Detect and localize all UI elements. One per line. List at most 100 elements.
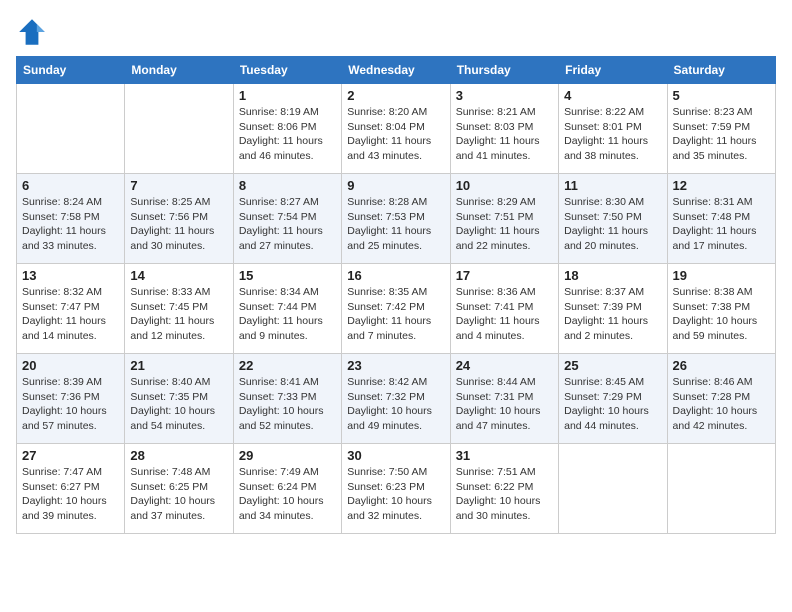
header-friday: Friday [559,57,667,84]
week-row-4: 20 Sunrise: 8:39 AM Sunset: 7:36 PM Dayli… [17,354,776,444]
day-info: Sunrise: 8:20 AM Sunset: 8:04 PM Dayligh… [347,105,444,164]
day-info: Sunrise: 8:19 AM Sunset: 8:06 PM Dayligh… [239,105,336,164]
day-info: Sunrise: 8:36 AM Sunset: 7:41 PM Dayligh… [456,285,553,344]
day-cell: 25 Sunrise: 8:45 AM Sunset: 7:29 PM Dayli… [559,354,667,444]
logo-icon [16,16,48,48]
day-number: 8 [239,178,336,193]
day-cell: 24Sunrise: 8:44 AM Sunset: 7:31 PM Dayli… [450,354,558,444]
day-number: 5 [673,88,770,103]
day-cell: 10Sunrise: 8:29 AM Sunset: 7:51 PM Dayli… [450,174,558,264]
day-cell: 31Sunrise: 7:51 AM Sunset: 6:22 PM Dayli… [450,444,558,534]
day-cell: 21 Sunrise: 8:40 AM Sunset: 7:35 PM Dayli… [125,354,233,444]
day-number: 27 [22,448,119,463]
day-cell: 7 Sunrise: 8:25 AM Sunset: 7:56 PM Daylig… [125,174,233,264]
day-cell: 17 Sunrise: 8:36 AM Sunset: 7:41 PM Dayli… [450,264,558,354]
day-number: 2 [347,88,444,103]
day-number: 1 [239,88,336,103]
day-cell [667,444,775,534]
day-info: Sunrise: 8:28 AM Sunset: 7:53 PM Dayligh… [347,195,444,254]
day-cell: 28 Sunrise: 7:48 AM Sunset: 6:25 PM Dayli… [125,444,233,534]
day-cell: 27 Sunrise: 7:47 AM Sunset: 6:27 PM Dayli… [17,444,125,534]
day-number: 21 [130,358,227,373]
day-number: 14 [130,268,227,283]
header-tuesday: Tuesday [233,57,341,84]
day-number: 10 [456,178,553,193]
day-cell [17,84,125,174]
day-cell: 12 Sunrise: 8:31 AM Sunset: 7:48 PM Dayli… [667,174,775,264]
day-info: Sunrise: 8:40 AM Sunset: 7:35 PM Dayligh… [130,375,227,434]
day-info: Sunrise: 8:42 AM Sunset: 7:32 PM Dayligh… [347,375,444,434]
day-number: 4 [564,88,661,103]
day-cell: 19 Sunrise: 8:38 AM Sunset: 7:38 PM Dayli… [667,264,775,354]
day-cell: 8 Sunrise: 8:27 AM Sunset: 7:54 PM Daylig… [233,174,341,264]
day-info: Sunrise: 8:41 AM Sunset: 7:33 PM Dayligh… [239,375,336,434]
day-cell: 6Sunrise: 8:24 AM Sunset: 7:58 PM Daylig… [17,174,125,264]
day-info: Sunrise: 7:49 AM Sunset: 6:24 PM Dayligh… [239,465,336,524]
day-cell: 14Sunrise: 8:33 AM Sunset: 7:45 PM Dayli… [125,264,233,354]
header-wednesday: Wednesday [342,57,450,84]
day-info: Sunrise: 7:50 AM Sunset: 6:23 PM Dayligh… [347,465,444,524]
day-number: 3 [456,88,553,103]
day-number: 20 [22,358,119,373]
day-info: Sunrise: 8:38 AM Sunset: 7:38 PM Dayligh… [673,285,770,344]
day-number: 17 [456,268,553,283]
day-number: 19 [673,268,770,283]
header-saturday: Saturday [667,57,775,84]
day-cell: 18 Sunrise: 8:37 AM Sunset: 7:39 PM Dayli… [559,264,667,354]
day-number: 30 [347,448,444,463]
header-monday: Monday [125,57,233,84]
day-info: Sunrise: 8:31 AM Sunset: 7:48 PM Dayligh… [673,195,770,254]
day-number: 6 [22,178,119,193]
day-info: Sunrise: 7:47 AM Sunset: 6:27 PM Dayligh… [22,465,119,524]
day-info: Sunrise: 8:25 AM Sunset: 7:56 PM Dayligh… [130,195,227,254]
calendar-table: SundayMondayTuesdayWednesdayThursdayFrid… [16,56,776,534]
day-number: 23 [347,358,444,373]
day-cell: 15Sunrise: 8:34 AM Sunset: 7:44 PM Dayli… [233,264,341,354]
day-cell: 16 Sunrise: 8:35 AM Sunset: 7:42 PM Dayli… [342,264,450,354]
day-cell: 26 Sunrise: 8:46 AM Sunset: 7:28 PM Dayli… [667,354,775,444]
day-info: Sunrise: 8:27 AM Sunset: 7:54 PM Dayligh… [239,195,336,254]
calendar-header-row: SundayMondayTuesdayWednesdayThursdayFrid… [17,57,776,84]
day-number: 7 [130,178,227,193]
header-sunday: Sunday [17,57,125,84]
day-cell: 23 Sunrise: 8:42 AM Sunset: 7:32 PM Dayli… [342,354,450,444]
day-cell: 20 Sunrise: 8:39 AM Sunset: 7:36 PM Dayli… [17,354,125,444]
day-info: Sunrise: 8:44 AM Sunset: 7:31 PM Dayligh… [456,375,553,434]
day-number: 28 [130,448,227,463]
day-number: 12 [673,178,770,193]
header-thursday: Thursday [450,57,558,84]
day-info: Sunrise: 8:46 AM Sunset: 7:28 PM Dayligh… [673,375,770,434]
day-info: Sunrise: 8:21 AM Sunset: 8:03 PM Dayligh… [456,105,553,164]
day-number: 18 [564,268,661,283]
day-info: Sunrise: 8:22 AM Sunset: 8:01 PM Dayligh… [564,105,661,164]
day-info: Sunrise: 7:51 AM Sunset: 6:22 PM Dayligh… [456,465,553,524]
logo [16,16,52,48]
day-info: Sunrise: 8:32 AM Sunset: 7:47 PM Dayligh… [22,285,119,344]
day-number: 25 [564,358,661,373]
day-cell: 5 Sunrise: 8:23 AM Sunset: 7:59 PM Daylig… [667,84,775,174]
day-cell: 11 Sunrise: 8:30 AM Sunset: 7:50 PM Dayli… [559,174,667,264]
day-info: Sunrise: 8:35 AM Sunset: 7:42 PM Dayligh… [347,285,444,344]
day-info: Sunrise: 8:30 AM Sunset: 7:50 PM Dayligh… [564,195,661,254]
day-cell: 13Sunrise: 8:32 AM Sunset: 7:47 PM Dayli… [17,264,125,354]
day-number: 9 [347,178,444,193]
day-cell: 22Sunrise: 8:41 AM Sunset: 7:33 PM Dayli… [233,354,341,444]
day-number: 26 [673,358,770,373]
day-info: Sunrise: 7:48 AM Sunset: 6:25 PM Dayligh… [130,465,227,524]
page-header [16,16,776,48]
week-row-1: 1 Sunrise: 8:19 AM Sunset: 8:06 PM Daylig… [17,84,776,174]
day-number: 16 [347,268,444,283]
day-number: 29 [239,448,336,463]
day-info: Sunrise: 8:23 AM Sunset: 7:59 PM Dayligh… [673,105,770,164]
day-cell: 2 Sunrise: 8:20 AM Sunset: 8:04 PM Daylig… [342,84,450,174]
week-row-3: 13Sunrise: 8:32 AM Sunset: 7:47 PM Dayli… [17,264,776,354]
day-cell: 30 Sunrise: 7:50 AM Sunset: 6:23 PM Dayli… [342,444,450,534]
day-cell [559,444,667,534]
day-cell [125,84,233,174]
day-info: Sunrise: 8:45 AM Sunset: 7:29 PM Dayligh… [564,375,661,434]
day-info: Sunrise: 8:37 AM Sunset: 7:39 PM Dayligh… [564,285,661,344]
day-info: Sunrise: 8:34 AM Sunset: 7:44 PM Dayligh… [239,285,336,344]
week-row-5: 27 Sunrise: 7:47 AM Sunset: 6:27 PM Dayli… [17,444,776,534]
day-number: 11 [564,178,661,193]
day-info: Sunrise: 8:39 AM Sunset: 7:36 PM Dayligh… [22,375,119,434]
